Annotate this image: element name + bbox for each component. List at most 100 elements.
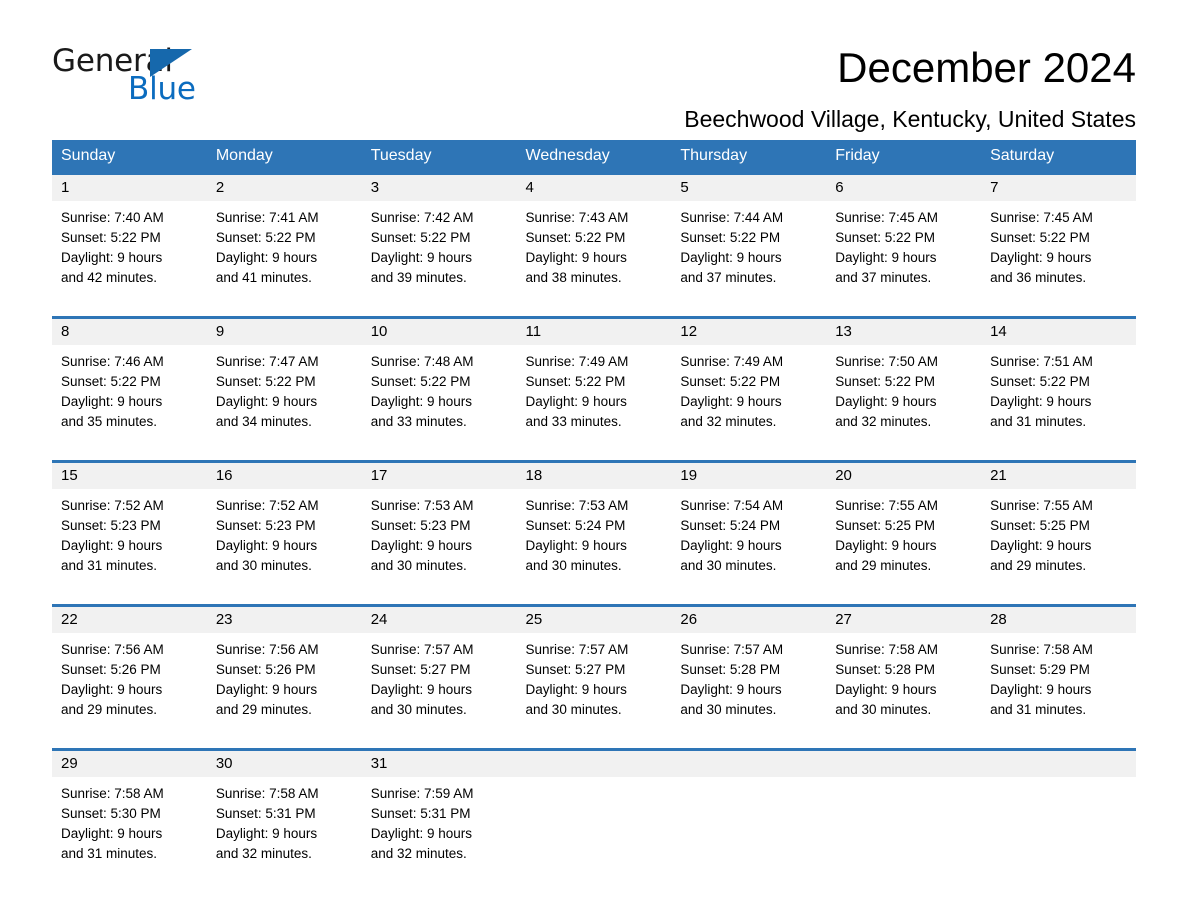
day-detail-cell[interactable]: Sunrise: 7:58 AM Sunset: 5:28 PM Daylight:…: [826, 633, 982, 736]
day-detail-row: Sunrise: 7:52 AM Sunset: 5:23 PM Daylight:…: [52, 489, 1136, 592]
detail-daylight-2: and 31 minutes.: [990, 702, 1087, 717]
detail-daylight-1: Daylight: 9 hours: [835, 682, 937, 697]
day-number-cell[interactable]: 5: [671, 172, 827, 201]
day-detail-cell[interactable]: Sunrise: 7:58 AM Sunset: 5:30 PM Daylight:…: [52, 777, 207, 880]
detail-daylight-2: and 30 minutes.: [680, 558, 777, 573]
weekday-header-saturday: Saturday: [981, 140, 1136, 174]
weekday-header-wednesday: Wednesday: [516, 140, 672, 174]
day-number-cell[interactable]: 28: [981, 604, 1136, 633]
detail-sunrise: Sunrise: 7:44 AM: [680, 210, 784, 225]
day-number-cell[interactable]: 1: [52, 172, 207, 201]
day-detail-cell[interactable]: Sunrise: 7:50 AM Sunset: 5:22 PM Daylight:…: [826, 345, 982, 448]
day-detail-cell-empty: [981, 777, 1136, 880]
day-detail-cell[interactable]: Sunrise: 7:40 AM Sunset: 5:22 PM Daylight:…: [52, 201, 207, 304]
day-detail-cell[interactable]: Sunrise: 7:56 AM Sunset: 5:26 PM Daylight:…: [206, 633, 362, 736]
day-detail-cell[interactable]: Sunrise: 7:43 AM Sunset: 5:22 PM Daylight:…: [516, 201, 672, 304]
day-number-cell[interactable]: 3: [361, 172, 517, 201]
day-detail-cell[interactable]: Sunrise: 7:47 AM Sunset: 5:22 PM Daylight:…: [206, 345, 362, 448]
day-number-cell[interactable]: 24: [361, 604, 517, 633]
detail-daylight-1: Daylight: 9 hours: [61, 394, 163, 409]
detail-daylight-1: Daylight: 9 hours: [525, 538, 627, 553]
day-detail-cell[interactable]: Sunrise: 7:55 AM Sunset: 5:25 PM Daylight:…: [981, 489, 1136, 592]
day-number-cell[interactable]: 25: [516, 604, 672, 633]
day-number-cell[interactable]: 18: [516, 460, 672, 489]
day-detail-cell[interactable]: Sunrise: 7:53 AM Sunset: 5:24 PM Daylight:…: [516, 489, 672, 592]
day-number-cell[interactable]: 4: [516, 172, 672, 201]
detail-sunset: Sunset: 5:23 PM: [61, 518, 161, 533]
day-number-cell[interactable]: 12: [671, 316, 827, 345]
day-number-cell[interactable]: 9: [206, 316, 362, 345]
day-number-cell[interactable]: 21: [981, 460, 1136, 489]
detail-sunset: Sunset: 5:22 PM: [835, 230, 936, 245]
detail-sunrise: Sunrise: 7:56 AM: [215, 642, 319, 657]
detail-daylight-1: Daylight: 9 hours: [990, 250, 1092, 265]
day-detail-cell[interactable]: Sunrise: 7:59 AM Sunset: 5:31 PM Daylight:…: [361, 777, 517, 880]
day-number-cell[interactable]: 30: [206, 748, 362, 777]
day-detail-cell[interactable]: Sunrise: 7:51 AM Sunset: 5:22 PM Daylight:…: [981, 345, 1136, 448]
day-detail-cell[interactable]: Sunrise: 7:41 AM Sunset: 5:22 PM Daylight:…: [206, 201, 362, 304]
day-number-cell[interactable]: 16: [206, 460, 362, 489]
day-number-cell[interactable]: 7: [981, 172, 1136, 201]
detail-daylight-1: Daylight: 9 hours: [61, 250, 163, 265]
day-detail-cell[interactable]: Sunrise: 7:54 AM Sunset: 5:24 PM Daylight:…: [671, 489, 827, 592]
day-number-cell[interactable]: 31: [361, 748, 517, 777]
day-detail-cell[interactable]: Sunrise: 7:45 AM Sunset: 5:22 PM Daylight:…: [981, 201, 1136, 304]
detail-sunrise: Sunrise: 7:49 AM: [680, 354, 784, 369]
day-number-cell[interactable]: 29: [52, 748, 207, 777]
day-detail-cell[interactable]: Sunrise: 7:56 AM Sunset: 5:26 PM Daylight:…: [52, 633, 207, 736]
detail-daylight-2: and 31 minutes.: [61, 846, 158, 861]
day-detail-cell[interactable]: Sunrise: 7:58 AM Sunset: 5:31 PM Daylight:…: [206, 777, 362, 880]
day-detail-cell[interactable]: Sunrise: 7:49 AM Sunset: 5:22 PM Daylight:…: [671, 345, 827, 448]
day-number-cell[interactable]: 23: [206, 604, 362, 633]
day-number-cell[interactable]: 19: [671, 460, 827, 489]
day-detail-cell[interactable]: Sunrise: 7:52 AM Sunset: 5:23 PM Daylight:…: [52, 489, 207, 592]
logo-text-blue: Blue: [128, 71, 196, 107]
page-header: General Blue December 2024 Beechwood Vil…: [52, 0, 1136, 132]
detail-daylight-1: Daylight: 9 hours: [215, 682, 318, 697]
day-detail-cell[interactable]: Sunrise: 7:48 AM Sunset: 5:22 PM Daylight:…: [361, 345, 517, 448]
day-number-cell[interactable]: 14: [981, 316, 1136, 345]
day-number-cell-empty: [826, 748, 982, 777]
day-number-cell[interactable]: 26: [671, 604, 827, 633]
day-detail-cell[interactable]: Sunrise: 7:57 AM Sunset: 5:27 PM Daylight:…: [361, 633, 517, 736]
day-number-cell[interactable]: 11: [516, 316, 672, 345]
day-detail-cell[interactable]: Sunrise: 7:57 AM Sunset: 5:27 PM Daylight:…: [516, 633, 672, 736]
day-detail-cell[interactable]: Sunrise: 7:42 AM Sunset: 5:22 PM Daylight:…: [361, 201, 517, 304]
day-number-cell[interactable]: 27: [826, 604, 982, 633]
detail-daylight-2: and 42 minutes.: [61, 270, 158, 285]
day-detail-cell[interactable]: Sunrise: 7:49 AM Sunset: 5:22 PM Daylight:…: [516, 345, 672, 448]
day-detail-cell[interactable]: Sunrise: 7:53 AM Sunset: 5:23 PM Daylight:…: [361, 489, 517, 592]
day-number-cell[interactable]: 13: [826, 316, 982, 345]
title-block: December 2024 Beechwood Village, Kentuck…: [202, 44, 1136, 133]
detail-sunrise: Sunrise: 7:59 AM: [370, 786, 474, 801]
detail-sunset: Sunset: 5:22 PM: [215, 374, 316, 389]
detail-sunset: Sunset: 5:31 PM: [370, 806, 471, 821]
day-number-cell[interactable]: 6: [826, 172, 982, 201]
detail-sunrise: Sunrise: 7:52 AM: [61, 498, 164, 513]
day-detail-cell[interactable]: Sunrise: 7:46 AM Sunset: 5:22 PM Daylight:…: [52, 345, 207, 448]
day-number-cell[interactable]: 20: [826, 460, 982, 489]
detail-daylight-2: and 29 minutes.: [61, 702, 158, 717]
day-number-cell[interactable]: 2: [206, 172, 362, 201]
day-detail-cell[interactable]: Sunrise: 7:45 AM Sunset: 5:22 PM Daylight:…: [826, 201, 982, 304]
detail-sunrise: Sunrise: 7:42 AM: [370, 210, 474, 225]
day-detail-cell[interactable]: Sunrise: 7:55 AM Sunset: 5:25 PM Daylight:…: [826, 489, 982, 592]
day-detail-cell[interactable]: Sunrise: 7:44 AM Sunset: 5:22 PM Daylight:…: [671, 201, 827, 304]
detail-daylight-2: and 30 minutes.: [215, 558, 312, 573]
detail-sunset: Sunset: 5:26 PM: [215, 662, 316, 677]
day-detail-cell-empty: [671, 777, 827, 880]
day-detail-cell[interactable]: Sunrise: 7:57 AM Sunset: 5:28 PM Daylight:…: [671, 633, 827, 736]
day-number-cell[interactable]: 15: [52, 460, 207, 489]
day-number-cell[interactable]: 8: [52, 316, 207, 345]
detail-daylight-2: and 30 minutes.: [370, 558, 467, 573]
detail-sunrise: Sunrise: 7:55 AM: [835, 498, 939, 513]
detail-sunrise: Sunrise: 7:45 AM: [990, 210, 1093, 225]
day-detail-cell[interactable]: Sunrise: 7:58 AM Sunset: 5:29 PM Daylight:…: [981, 633, 1136, 736]
day-number-cell[interactable]: 22: [52, 604, 207, 633]
detail-sunset: Sunset: 5:24 PM: [680, 518, 781, 533]
day-detail-cell[interactable]: Sunrise: 7:52 AM Sunset: 5:23 PM Daylight:…: [206, 489, 362, 592]
day-number-cell[interactable]: 10: [361, 316, 517, 345]
day-number-cell[interactable]: 17: [361, 460, 517, 489]
detail-daylight-1: Daylight: 9 hours: [215, 538, 318, 553]
detail-daylight-2: and 38 minutes.: [525, 270, 622, 285]
